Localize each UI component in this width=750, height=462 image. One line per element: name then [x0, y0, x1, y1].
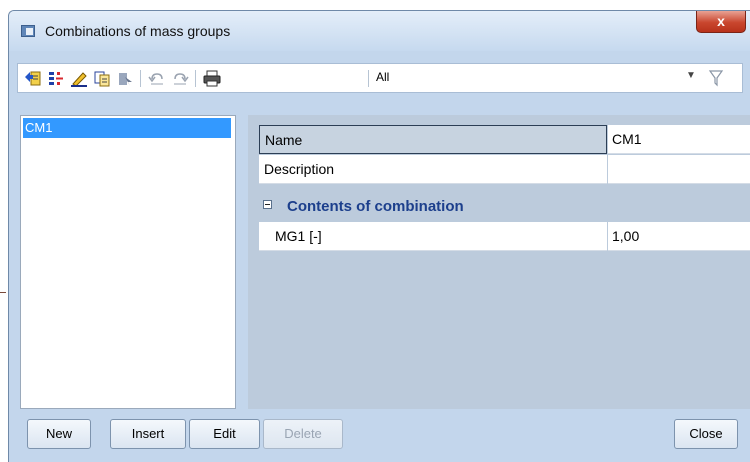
copy-icon[interactable] [93, 70, 111, 87]
edit-button[interactable]: Edit [189, 419, 260, 449]
delete-button[interactable]: Delete [263, 419, 343, 449]
combination-list: CM1 [20, 115, 236, 409]
undo-icon[interactable] [148, 70, 166, 87]
property-label: MG1 [-] [259, 222, 607, 251]
toolbar-separator [368, 70, 369, 87]
insert-icon[interactable] [47, 70, 65, 87]
toolbar-separator [195, 70, 196, 87]
group-label: Contents of combination [287, 198, 464, 215]
filter-select-value[interactable]: All [376, 70, 389, 84]
list-item[interactable]: CM1 [23, 118, 231, 138]
filter-funnel-icon[interactable] [708, 68, 724, 88]
close-button[interactable]: Close [674, 419, 738, 449]
property-value[interactable] [608, 155, 750, 184]
window-title: Combinations of mass groups [45, 23, 231, 39]
toolbar-separator [140, 70, 141, 87]
background-edge-line [0, 292, 6, 293]
property-label: Description [259, 155, 607, 184]
property-group-header[interactable]: Contents of combination [259, 192, 750, 221]
chevron-down-icon[interactable]: ▼ [686, 70, 696, 81]
dialog-window: Combinations of mass groups x All ▼ CM1 … [8, 10, 750, 462]
new-button[interactable]: New [27, 419, 91, 449]
insert-button[interactable]: Insert [110, 419, 186, 449]
title-bar[interactable]: Combinations of mass groups x [9, 11, 750, 51]
print-icon[interactable] [203, 70, 221, 87]
panel-splitter[interactable] [236, 115, 248, 409]
property-value[interactable]: CM1 [608, 125, 750, 154]
button-bar: New Insert Edit Delete Close [9, 409, 750, 462]
collapse-icon[interactable] [263, 200, 272, 209]
close-window-button[interactable]: x [696, 11, 746, 33]
property-label: Name [259, 125, 607, 154]
window-icon [21, 25, 35, 37]
redo-icon[interactable] [171, 70, 189, 87]
properties-grid: Name CM1 Description Contents of combina… [248, 115, 750, 409]
edit-pencil-icon[interactable] [70, 70, 88, 87]
new-record-icon[interactable] [24, 70, 42, 87]
toolbar: All ▼ [17, 63, 743, 93]
property-value[interactable]: 1,00 [608, 222, 750, 251]
select-icon[interactable] [116, 70, 134, 87]
